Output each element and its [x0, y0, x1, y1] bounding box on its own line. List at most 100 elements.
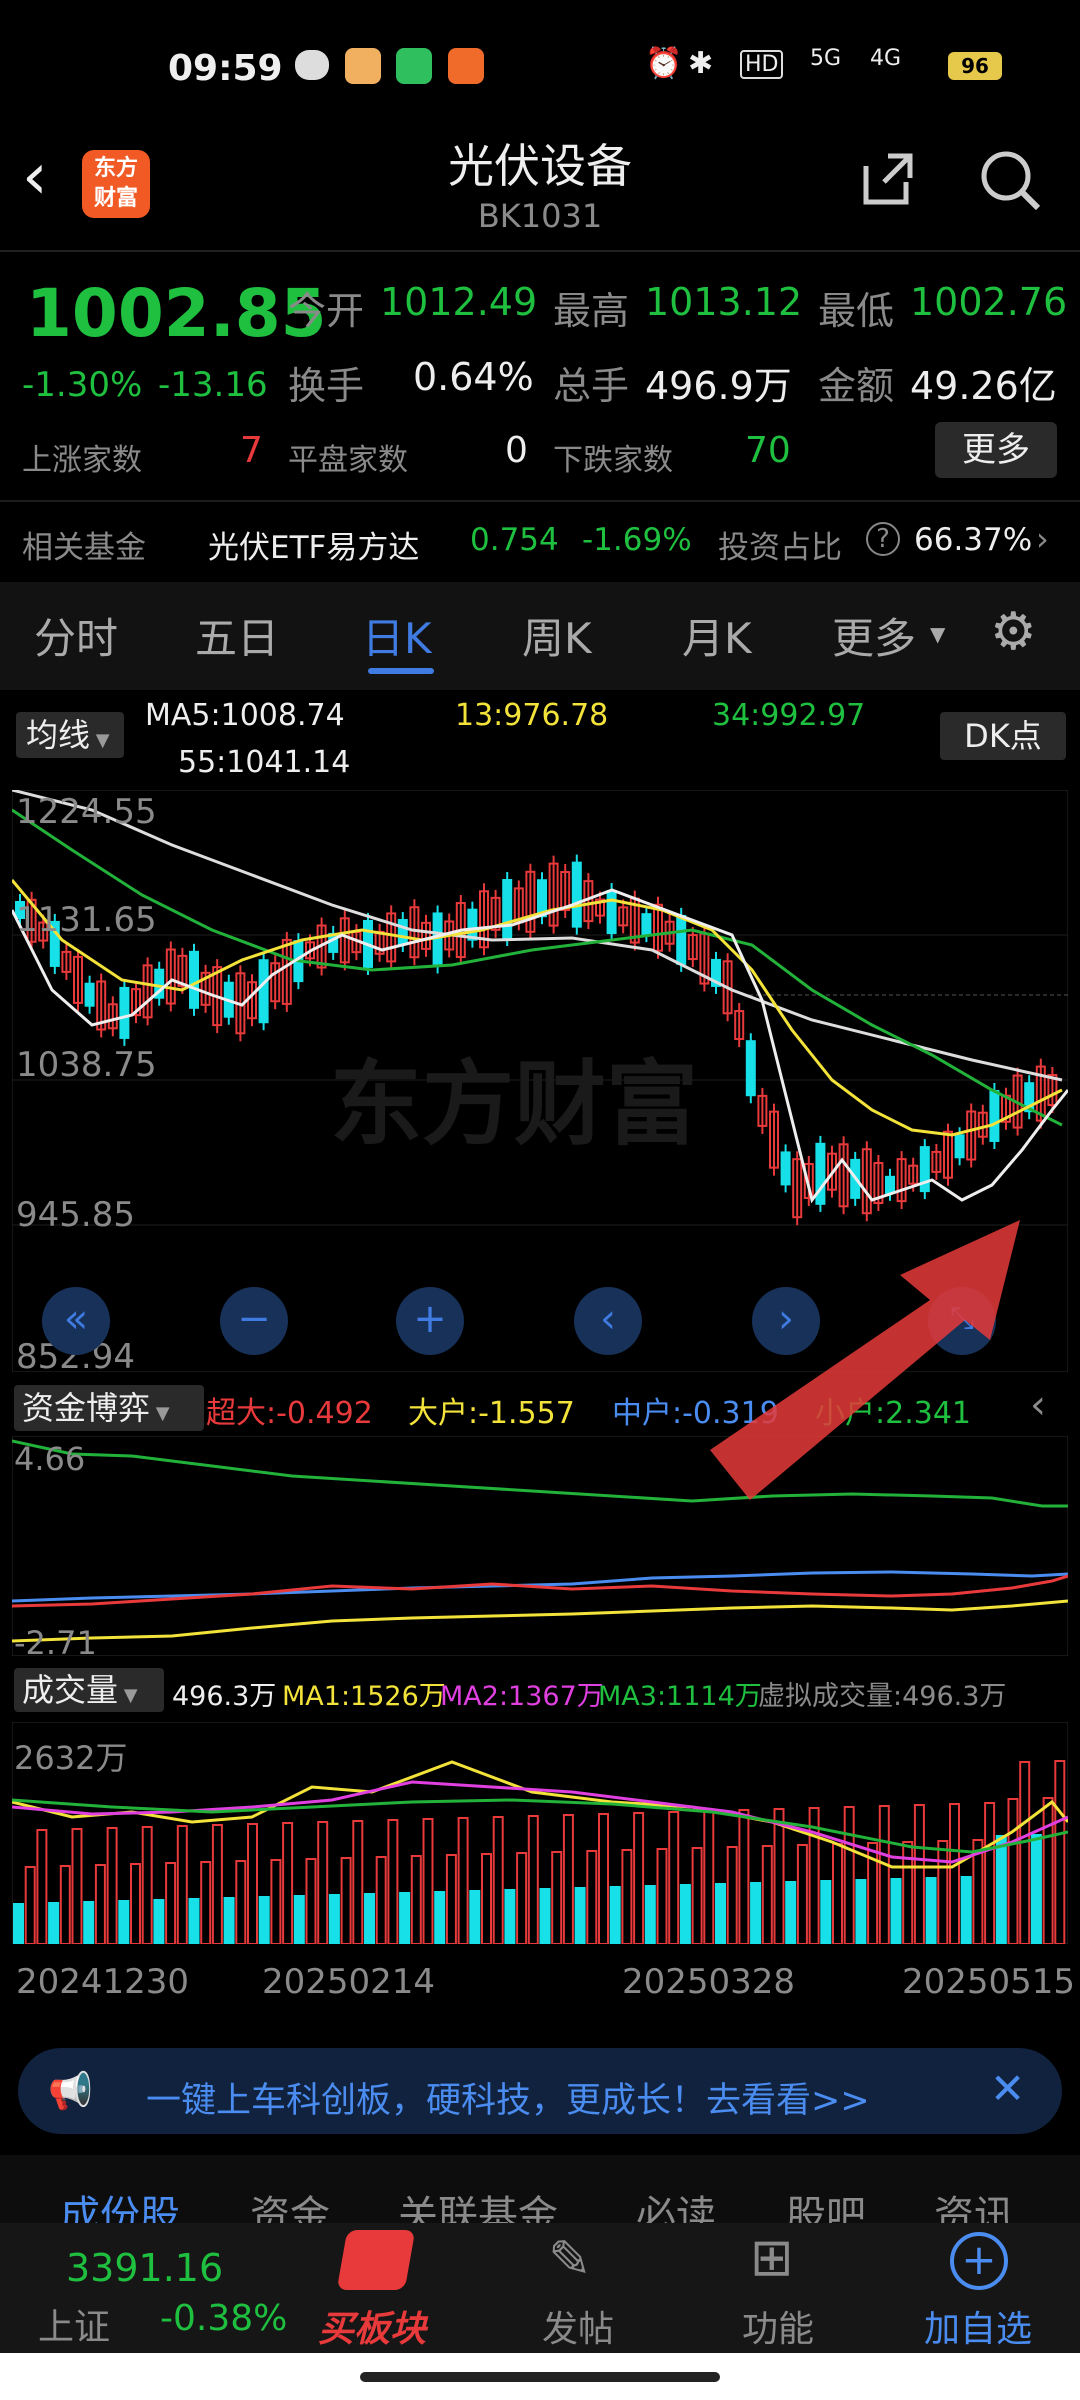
status-time: 09:59	[168, 48, 283, 89]
ratio-value: 66.37%	[914, 522, 1033, 558]
volume-bar	[726, 1846, 738, 1944]
volume-bar	[761, 1845, 773, 1944]
volume-bar	[352, 1820, 364, 1944]
tab-forum[interactable]: 股吧	[786, 2183, 866, 2223]
move-left-button[interactable]: ‹	[574, 1287, 642, 1355]
tab-daily-k[interactable]: 日K	[362, 605, 432, 666]
current-price: 1002.85	[26, 275, 327, 352]
volume-bar	[609, 1886, 621, 1944]
volume-bar	[293, 1895, 305, 1944]
ma-selector[interactable]: 均线 ▼	[16, 712, 124, 758]
volume-bar	[574, 1887, 586, 1944]
banner-text[interactable]: 一键上车科创板，硬科技，更成长！去看看>>	[146, 2072, 870, 2123]
up-count-label: 上涨家数	[22, 443, 142, 478]
add-favorite-button[interactable]: 加自选	[924, 2300, 1032, 2352]
more-button[interactable]: 更多	[935, 422, 1057, 478]
tab-news[interactable]: 资讯	[934, 2183, 1014, 2223]
close-icon[interactable]: ✕	[990, 2064, 1025, 2113]
tab-intraday[interactable]: 分时	[34, 605, 118, 666]
volume-bar	[539, 1888, 551, 1944]
volume-bar	[410, 1855, 422, 1944]
volume-bar	[820, 1880, 832, 1944]
ma13-value: 13:976.78	[455, 698, 609, 733]
tab-monthly-k[interactable]: 月K	[682, 605, 752, 666]
volume-label: 总手	[553, 364, 630, 408]
candle	[745, 1040, 756, 1097]
gear-icon[interactable]: ⚙	[990, 602, 1037, 662]
functions-button[interactable]: 功能	[742, 2300, 814, 2352]
page-title: 光伏设备	[448, 139, 632, 193]
high-label: 最高	[553, 289, 630, 333]
dk-point-button[interactable]: DK点	[940, 712, 1066, 760]
flat-count: 0	[505, 430, 528, 471]
volume-bar	[832, 1843, 843, 1944]
volume-bar	[913, 1804, 925, 1944]
turnover-value: 0.64%	[413, 355, 534, 399]
volume-bar	[328, 1894, 340, 1944]
fund-price: 0.754	[470, 522, 559, 558]
volume-bar	[176, 1825, 188, 1944]
red-arrow-annotation	[710, 1220, 1020, 1500]
index-pct: -0.38%	[160, 2298, 288, 2339]
index-name: 上证	[38, 2307, 111, 2348]
volume-bar	[457, 1817, 469, 1944]
volume-bar	[200, 1861, 212, 1944]
capital-selector[interactable]: 资金博弈 ▼	[14, 1385, 204, 1431]
tab-capital[interactable]: 资金	[250, 2183, 330, 2223]
volume-bar	[247, 1823, 258, 1944]
megaphone-icon: 📢	[48, 2071, 93, 2112]
volume-bar	[118, 1900, 130, 1944]
tab-related-funds[interactable]: 关联基金	[398, 2183, 558, 2223]
candle	[467, 908, 478, 941]
volume-bar	[738, 1809, 750, 1944]
virtual-volume: 虚拟成交量:496.3万	[758, 1681, 1007, 1712]
volume-axis-top: 2632万	[14, 1739, 128, 1777]
volume-bar	[1019, 1761, 1031, 1944]
candle	[502, 878, 513, 939]
candle	[432, 912, 443, 967]
volume-bar	[106, 1827, 118, 1944]
candle	[397, 919, 408, 946]
turnover-label: 换手	[288, 364, 365, 408]
home-indicator[interactable]	[360, 2372, 720, 2382]
signal-5g: 5G	[810, 46, 842, 71]
volume-bar	[481, 1853, 492, 1944]
volume-bar	[399, 1892, 411, 1944]
amount-value: 49.26亿	[910, 364, 1057, 408]
share-icon[interactable]	[858, 148, 918, 208]
volume-bar	[165, 1862, 177, 1944]
chevron-right-icon[interactable]: ›	[1036, 520, 1049, 558]
volume-bar	[375, 1856, 387, 1944]
help-icon[interactable]: ?	[866, 522, 900, 556]
candle	[676, 914, 687, 965]
search-icon[interactable]	[978, 148, 1042, 212]
tab-weekly-k[interactable]: 周K	[522, 605, 592, 666]
fund-name[interactable]: 光伏ETF易方达	[208, 522, 419, 567]
volume-bar	[71, 1828, 83, 1944]
volume-bar	[598, 1813, 609, 1944]
post-button[interactable]: 发帖	[542, 2300, 614, 2352]
volume-selector[interactable]: 成交量 ▼	[14, 1668, 164, 1712]
fast-backward-button[interactable]: «	[42, 1287, 110, 1355]
y-axis-label: 945.85	[16, 1195, 135, 1235]
volume-bar	[13, 1903, 24, 1944]
volume-value: 496.9万	[645, 364, 792, 408]
buy-sector-button[interactable]: 买板块	[318, 2300, 426, 2352]
volume-value: 496.3万	[172, 1681, 277, 1712]
wechat-icon	[295, 50, 329, 80]
tab-constituents[interactable]: 成份股	[60, 2183, 180, 2223]
tab-five-day[interactable]: 五日	[195, 605, 279, 666]
zoom-out-button[interactable]: −	[220, 1287, 288, 1355]
tab-must-read[interactable]: 必读	[636, 2183, 716, 2223]
change-value: -13.16	[158, 365, 268, 405]
volume-bar	[855, 1879, 867, 1944]
volume-bar	[785, 1881, 797, 1944]
tab-more[interactable]: 更多	[832, 605, 916, 666]
low-label: 最低	[818, 289, 895, 333]
index-value[interactable]: 3391.16	[66, 2246, 223, 2290]
volume-bar	[551, 1851, 563, 1944]
zoom-in-button[interactable]: +	[396, 1287, 464, 1355]
candle	[571, 861, 582, 928]
signal-4g: 4G	[870, 46, 902, 71]
volume-bar	[258, 1896, 270, 1944]
